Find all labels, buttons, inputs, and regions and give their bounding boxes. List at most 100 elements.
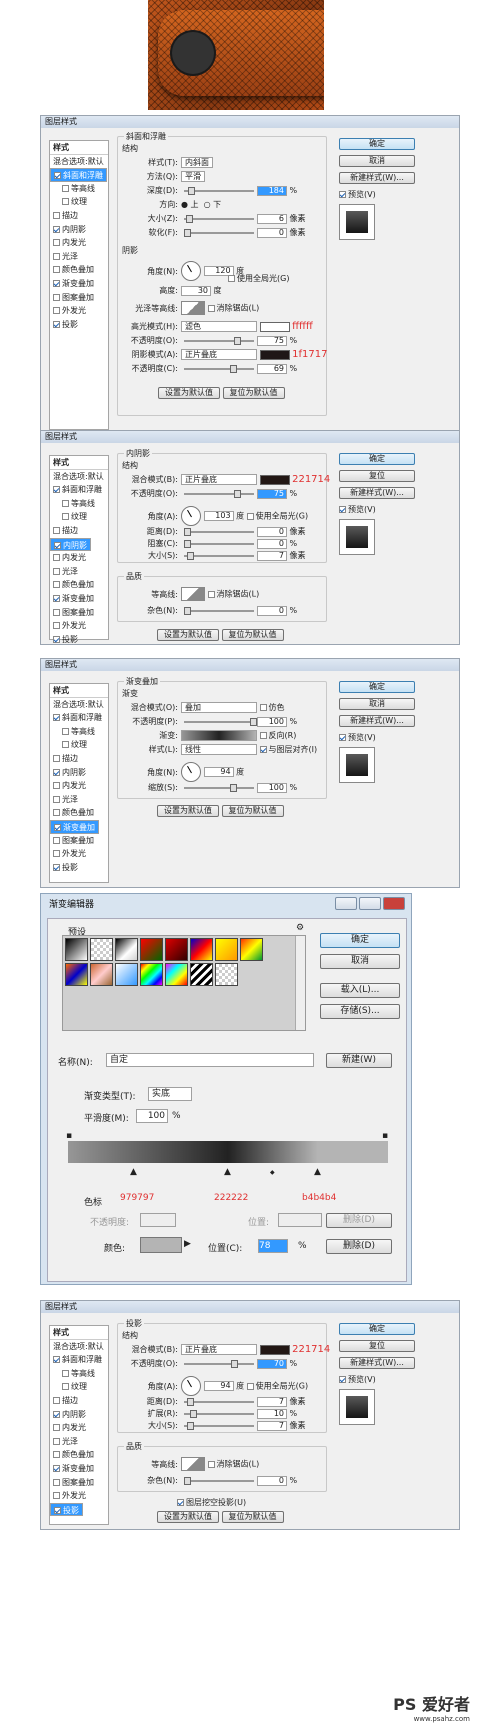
style-item-satin[interactable]: 光泽 [50,793,108,807]
style-item-satin[interactable]: 光泽 [50,1435,108,1449]
checkbox-icon[interactable] [53,225,60,233]
set-default-button[interactable]: 设置为默认值 [157,1511,219,1523]
align-checkbox[interactable] [259,746,267,753]
shadow-opacity-slider[interactable] [184,364,254,373]
scale-input[interactable]: 100 [257,782,287,793]
location-input[interactable]: 78 [258,1239,288,1253]
delete-button[interactable]: 删除(D) [326,1239,392,1254]
checkbox-icon[interactable] [53,714,60,722]
ok-button[interactable]: 确定 [339,681,415,693]
knockout-checkbox[interactable] [177,1499,184,1506]
checkbox-icon[interactable] [53,279,60,287]
style-item-gradient-overlay[interactable]: 渐变叠加 [50,1462,108,1476]
style-item-pattern-overlay[interactable]: 图案叠加 [50,1476,108,1490]
highlight-opacity-slider[interactable] [184,336,254,345]
set-default-button[interactable]: 设置为默认值 [157,805,219,817]
checkbox-icon[interactable] [339,1376,346,1383]
checkbox-icon[interactable] [54,823,61,831]
gear-icon[interactable]: ⚙ [296,923,304,933]
style-item-texture[interactable]: 纹理 [50,195,108,209]
style-item-blend[interactable]: 混合选项:默认 [50,1340,108,1354]
style-item-inner-shadow[interactable]: 内阴影 [50,537,91,552]
play-icon[interactable]: ▶ [184,1239,191,1249]
checkbox-icon[interactable] [53,581,60,589]
style-item-drop-shadow[interactable]: 投影 [50,633,108,647]
checkbox-icon[interactable] [53,554,60,562]
delete-button[interactable]: 删除(D) [326,1213,392,1228]
checkbox-icon[interactable] [53,320,60,328]
checkbox-icon[interactable] [339,506,346,513]
depth-slider[interactable] [184,186,254,195]
new-style-button[interactable]: 新建样式(W)... [339,172,415,184]
distance-slider[interactable] [184,1397,254,1406]
checkbox-icon[interactable] [53,768,60,776]
load-button[interactable]: 载入(L)... [320,983,400,998]
global-light-checkbox[interactable] [246,1382,254,1390]
checkbox-icon[interactable] [53,307,60,315]
style-item-color-overlay[interactable]: 颜色叠加 [50,263,108,277]
style-item-stroke[interactable]: 描边 [50,752,108,766]
angle-dial[interactable] [181,1376,201,1396]
preset-swatch[interactable] [115,963,138,986]
style-item-satin[interactable]: 光泽 [50,250,108,264]
checkbox-icon[interactable] [53,252,60,260]
checkbox-icon[interactable] [53,1464,60,1472]
style-item-texture[interactable]: 纹理 [50,510,108,524]
set-default-button[interactable]: 设置为默认值 [157,629,219,641]
preset-swatch[interactable] [165,938,188,961]
checkbox-icon[interactable] [53,608,60,616]
style-item-inner-glow[interactable]: 内发光 [50,236,108,250]
style-item-texture[interactable]: 纹理 [50,1380,108,1394]
preset-swatch[interactable] [190,963,213,986]
ok-button[interactable]: 确定 [339,1323,415,1335]
style-item-inner-glow[interactable]: 内发光 [50,779,108,793]
style-item-contour[interactable]: 等高线 [50,182,108,196]
new-button[interactable]: 新建(W) [326,1053,392,1068]
style-item-color-overlay[interactable]: 颜色叠加 [50,578,108,592]
cancel-button[interactable]: 取消 [339,155,415,167]
style-item-texture[interactable]: 纹理 [50,738,108,752]
checkbox-icon[interactable] [62,727,69,735]
opacity-stop-left-icon[interactable]: ▪ [66,1131,72,1141]
noise-input[interactable]: 0 [257,1475,287,1486]
color-stop-icon[interactable]: ▲ [130,1167,137,1177]
preset-swatch[interactable] [90,938,113,961]
reset-default-button[interactable]: 复位为默认值 [221,805,284,817]
style-select[interactable]: 线性 [181,744,257,755]
anti-alias-checkbox[interactable] [207,590,215,598]
checkbox-icon[interactable] [62,1383,69,1391]
spread-input[interactable]: 10 [257,1408,287,1419]
dither-checkbox[interactable] [259,704,267,711]
preset-swatch[interactable] [65,963,88,986]
checkbox-icon[interactable] [54,172,61,180]
checkbox-icon[interactable] [53,809,60,817]
stop-location-input[interactable] [278,1213,322,1227]
stop-color-swatch[interactable] [140,1237,182,1253]
style-item-stroke[interactable]: 描边 [50,209,108,223]
style-item-bevel[interactable]: 斜面和浮雕 [50,711,108,725]
gradient-picker[interactable] [181,730,257,741]
style-item-drop-shadow[interactable]: 投影 [50,1502,83,1517]
opacity-slider[interactable] [184,489,254,498]
style-item-pattern-overlay[interactable]: 图案叠加 [50,834,108,848]
reset-default-button[interactable]: 复位为默认值 [221,1511,284,1523]
noise-slider[interactable] [184,1476,254,1485]
style-item-gradient-overlay[interactable]: 渐变叠加 [50,277,108,291]
spread-slider[interactable] [184,1409,254,1418]
style-item-inner-shadow[interactable]: 内阴影 [50,766,108,780]
size-slider[interactable] [184,551,254,560]
opacity-input[interactable]: 75 [257,488,287,499]
style-item-drop-shadow[interactable]: 投影 [50,861,108,875]
blend-mode-select[interactable]: 正片叠底 [181,474,257,485]
checkbox-icon[interactable] [53,635,60,643]
color-swatch[interactable] [259,474,290,485]
noise-slider[interactable] [184,606,254,615]
smoothness-input[interactable]: 100 [136,1109,168,1123]
checkbox-icon[interactable] [62,184,69,192]
depth-input[interactable]: 184 [257,185,287,196]
size-input[interactable]: 7 [257,1420,287,1431]
minimize-icon[interactable] [335,897,357,910]
style-item-gradient-overlay[interactable]: 渐变叠加 [50,592,108,606]
preview-toggle[interactable]: 预览(V) [339,504,449,515]
size-input[interactable]: 6 [257,213,287,224]
